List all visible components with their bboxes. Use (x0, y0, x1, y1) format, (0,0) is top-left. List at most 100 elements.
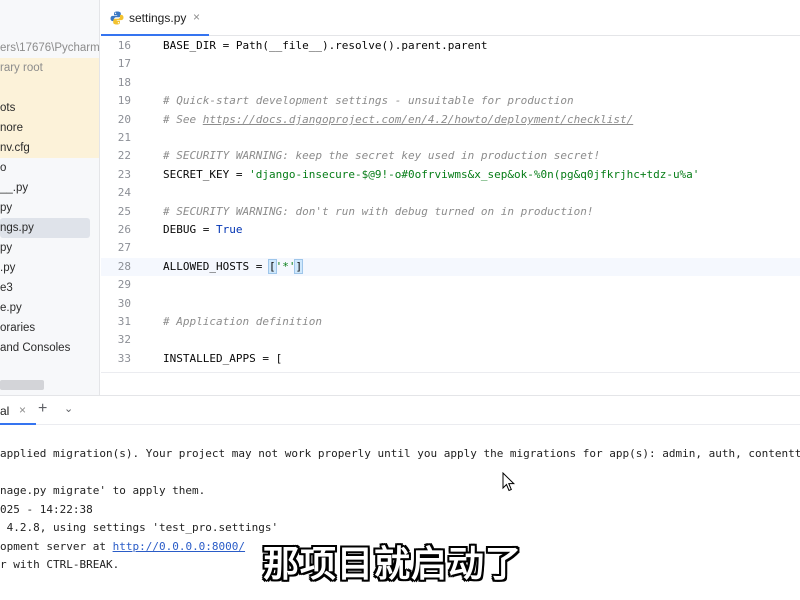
line-number: 16 (117, 39, 131, 52)
horizontal-scrollbar[interactable] (0, 380, 44, 390)
project-tree-item[interactable]: ngs.py (0, 218, 90, 238)
project-tree-item-label: rary root (0, 62, 43, 74)
doc-link[interactable]: https://docs.djangoproject.com/en/4.2/ho… (203, 113, 633, 126)
project-tree-item[interactable]: and Consoles (0, 338, 99, 358)
project-tree-item-label: oraries (0, 322, 36, 334)
project-tree-item-label: ngs.py (0, 222, 34, 234)
project-tree-item[interactable]: ots (0, 98, 99, 118)
project-tree-item-label: ots (0, 102, 16, 114)
code-line[interactable]: 32 (101, 331, 800, 349)
project-tree-item[interactable]: nv.cfg (0, 138, 99, 158)
terminal-line: nage.py migrate' to apply them. (0, 484, 206, 497)
line-number: 18 (117, 76, 131, 89)
project-tree-item-label: py (0, 202, 13, 214)
editor-tab-bar: settings.py × (101, 0, 800, 36)
bracket-open: [ (268, 259, 277, 274)
project-tree-item[interactable]: o (0, 158, 99, 178)
line-number: 30 (117, 297, 131, 310)
code-text: # SECURITY WARNING: keep the secret key … (163, 147, 600, 165)
project-tree-item[interactable]: e.py (0, 298, 99, 318)
code-line[interactable]: 23 SECRET_KEY = 'django-insecure-$@9!-o#0… (101, 166, 800, 184)
code-text: # SECURITY WARNING: don't run with debug… (163, 203, 593, 221)
code-content: INSTALLED_APPS = [ (163, 352, 283, 365)
line-number: 33 (117, 352, 131, 365)
code-content: # Quick-start development settings - uns… (163, 94, 574, 107)
project-tree-item[interactable] (0, 78, 99, 98)
line-number: 25 (117, 205, 131, 218)
code-line[interactable]: 21 (101, 129, 800, 147)
line-number: 20 (117, 113, 131, 126)
code-line[interactable]: 24 (101, 184, 800, 202)
terminal-line: applied migration(s). Your project may n… (0, 447, 800, 460)
line-number: 29 (117, 278, 131, 291)
project-tree-item-label: e.py (0, 302, 22, 314)
terminal-line-text: opment server at (0, 540, 113, 553)
tab-terminal-local[interactable]: al (0, 396, 36, 425)
project-tree-item-label: py (0, 242, 13, 254)
string-literal: 'django-insecure-$@9!-o#0ofrviwms&x_sep&… (249, 168, 700, 181)
terminal-dropdown-chevron-icon[interactable]: ⌄ (64, 402, 73, 415)
code-line[interactable]: 31 # Application definition (101, 313, 800, 331)
project-tree-item[interactable]: nore (0, 118, 99, 138)
project-tree-item[interactable]: __.py (0, 178, 99, 198)
new-terminal-plus-icon[interactable]: + (38, 400, 47, 418)
code-editor[interactable]: 16 BASE_DIR = Path(__file__).resolve().pa… (101, 36, 800, 372)
code-identifier: DEBUG = (163, 223, 216, 236)
tab-close-icon[interactable]: × (193, 10, 200, 24)
code-identifier: ALLOWED_HOSTS = (163, 260, 269, 273)
code-line[interactable]: 17 (101, 55, 800, 73)
project-tree-item[interactable]: rary root (0, 58, 99, 78)
tab-label: settings.py (129, 11, 187, 25)
server-url-link[interactable]: http://0.0.0.0:8000/ (113, 540, 245, 553)
code-text: ALLOWED_HOSTS = ['*'] (163, 258, 304, 276)
project-tree-item[interactable]: .py (0, 258, 99, 278)
line-number: 23 (117, 168, 131, 181)
code-line[interactable]: 20 # See https://docs.djangoproject.com/e… (101, 111, 800, 129)
project-tree-item-label: ers\17676\Pycharm (0, 42, 100, 54)
keyword-literal: True (215, 223, 243, 236)
project-tree-item[interactable]: py (0, 198, 99, 218)
tab-settings-py[interactable]: settings.py × (101, 0, 209, 36)
bracket-close: ] (294, 259, 304, 274)
code-line[interactable]: 27 (101, 239, 800, 257)
line-number: 27 (117, 241, 131, 254)
code-line[interactable]: 33 INSTALLED_APPS = [ (101, 350, 800, 368)
project-tree-item-label: nore (0, 122, 24, 134)
project-tree-item-label: .py (0, 262, 16, 274)
code-content: # SECURITY WARNING: don't run with debug… (163, 205, 594, 218)
line-number: 24 (117, 186, 131, 199)
line-number: 21 (117, 131, 131, 144)
code-content: # SECURITY WARNING: keep the secret key … (163, 149, 601, 162)
project-tree-item-label: nv.cfg (0, 142, 30, 154)
line-number: 17 (117, 57, 131, 70)
project-tree-item[interactable]: e3 (0, 278, 99, 298)
comment-text: # See (163, 113, 203, 126)
code-line[interactable]: 28 ALLOWED_HOSTS = ['*'] (101, 258, 800, 276)
code-text: # Application definition (163, 313, 322, 331)
code-line[interactable]: 22 # SECURITY WARNING: keep the secret ke… (101, 147, 800, 165)
line-number: 28 (117, 260, 131, 273)
code-text: SECRET_KEY = 'django-insecure-$@9!-o#0of… (163, 166, 699, 184)
mouse-cursor-icon (502, 472, 516, 492)
line-number: 32 (117, 333, 131, 346)
code-line[interactable]: 19 # Quick-start development settings - u… (101, 92, 800, 110)
code-text: BASE_DIR = Path(__file__).resolve().pare… (163, 37, 488, 55)
video-subtitle: 那项目就启动了 (263, 544, 523, 585)
code-line[interactable]: 16 BASE_DIR = Path(__file__).resolve().pa… (101, 37, 800, 55)
code-line[interactable]: 30 (101, 295, 800, 313)
code-text: # See https://docs.djangoproject.com/en/… (163, 111, 633, 129)
code-line[interactable]: 26 DEBUG = True (101, 221, 800, 239)
code-line[interactable]: 29 (101, 276, 800, 294)
code-line[interactable]: 18 (101, 74, 800, 92)
project-tree-item-label: o (0, 162, 7, 174)
code-identifier: SECRET_KEY = (163, 168, 250, 181)
code-text: INSTALLED_APPS = [ (163, 350, 282, 368)
terminal-tool-window-header: al × + ⌄ (0, 395, 800, 425)
project-tree-item[interactable]: py (0, 238, 99, 258)
project-tree-item[interactable]: oraries (0, 318, 99, 338)
terminal-tab-close-icon[interactable]: × (19, 403, 26, 417)
terminal-line: 025 - 14:22:38 (0, 503, 93, 516)
project-tree-item[interactable]: ers\17676\Pycharm (0, 38, 100, 58)
code-line[interactable]: 25 # SECURITY WARNING: don't run with deb… (101, 203, 800, 221)
